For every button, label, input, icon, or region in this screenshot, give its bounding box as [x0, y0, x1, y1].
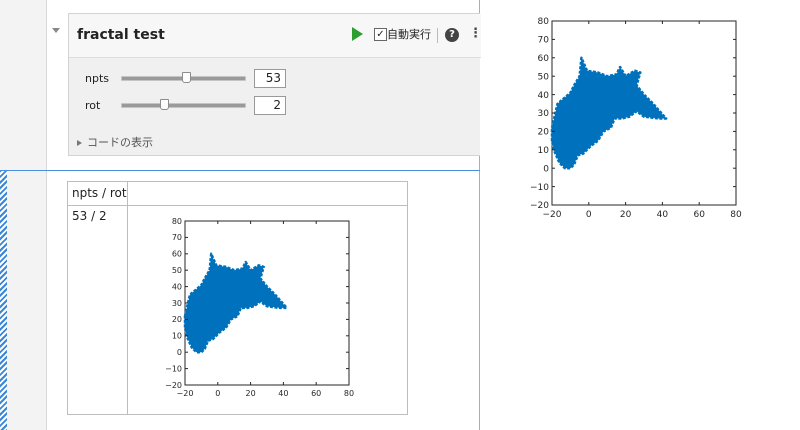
- table-plot: −20 0 20 40 60 80 −20 −10 0 10 20 30 40 50 60 70 80: [152, 213, 362, 403]
- run-icon[interactable]: [352, 27, 363, 41]
- x-tick-label: 60: [693, 210, 705, 220]
- y-tick-label: 50: [538, 72, 550, 82]
- npts-value-field[interactable]: 53: [254, 69, 286, 88]
- expand-triangle-icon: [77, 140, 82, 146]
- x-tick-label: 40: [657, 210, 669, 220]
- y-tick-label: 20: [172, 315, 182, 324]
- gutter-divider: [46, 0, 47, 430]
- y-tick-label: 0: [543, 164, 549, 174]
- param-label-npts: npts: [85, 72, 109, 85]
- autorun-checkbox[interactable]: ✓: [374, 28, 387, 41]
- rot-slider-thumb[interactable]: [159, 99, 169, 110]
- param-label-rot: rot: [85, 99, 101, 112]
- x-tick-label: 20: [620, 210, 632, 220]
- x-tick-label: 20: [246, 389, 256, 398]
- cell-boundary: [0, 170, 480, 171]
- npts-slider-thumb[interactable]: [182, 72, 192, 83]
- y-tick-label: 10: [538, 146, 550, 156]
- y-tick-label: 60: [172, 250, 182, 259]
- table-header-npts-rot: npts / rot: [72, 186, 127, 200]
- live-control-panel: fractal test ✓ 自動実行 ? ⋮ npts 53 rot 2 コー…: [68, 13, 482, 156]
- toolbar-separator: [437, 28, 438, 43]
- y-tick-label: 50: [172, 266, 182, 275]
- x-tick-label: −20: [177, 389, 194, 398]
- panel-title: fractal test: [77, 27, 165, 43]
- y-tick-label: 30: [172, 299, 182, 308]
- y-tick-label: −10: [530, 183, 549, 193]
- y-tick-label: 80: [172, 217, 182, 226]
- y-tick-label: 0: [177, 348, 182, 357]
- y-tick-label: 80: [538, 17, 550, 27]
- npts-slider[interactable]: [121, 72, 246, 83]
- x-tick-label: 80: [730, 210, 742, 220]
- help-icon[interactable]: ?: [445, 28, 459, 42]
- y-tick-label: 30: [538, 109, 550, 119]
- output-plot: −20 0 20 40 60 80 −20 −10 0 10 20 30 40 50 60 70 80: [518, 13, 758, 223]
- fractal-plot-small: −20 0 20 40 60 80 −20 −10 0 10 20 30 40 50 60 70 80: [165, 217, 354, 398]
- y-tick-label: −20: [165, 381, 182, 390]
- x-tick-label: 0: [215, 389, 220, 398]
- table-column-divider: [127, 182, 128, 414]
- y-tick-label: 10: [172, 332, 182, 341]
- y-tick-label: 70: [172, 233, 182, 242]
- y-tick-label: −20: [530, 201, 549, 211]
- table-header-row: npts / rot: [68, 182, 407, 206]
- x-tick-label: 40: [278, 389, 288, 398]
- y-tick-label: 70: [538, 36, 550, 46]
- y-tick-label: −10: [165, 364, 182, 373]
- autorun-label: 自動実行: [387, 28, 431, 41]
- more-options-icon[interactable]: ⋮: [469, 26, 482, 41]
- y-tick-label: 40: [172, 282, 182, 291]
- show-code-label: コードの表示: [87, 136, 153, 149]
- x-tick-label: 0: [586, 210, 592, 220]
- collapse-section-icon[interactable]: [52, 28, 60, 33]
- panel-header: fractal test ✓ 自動実行 ? ⋮: [69, 14, 482, 58]
- cell-selection-indicator: [0, 170, 7, 430]
- x-tick-label: 60: [311, 389, 321, 398]
- x-tick-label: 80: [344, 389, 354, 398]
- rot-slider[interactable]: [121, 99, 246, 110]
- y-tick-label: 60: [538, 54, 550, 64]
- table-cell-npts-rot: 53 / 2: [72, 209, 107, 223]
- y-tick-label: 40: [538, 91, 550, 101]
- fractal-plot-output: −20 0 20 40 60 80 −20 −10 0 10 20 30 40 50 60 70 80: [530, 17, 742, 220]
- y-tick-label: 20: [538, 128, 550, 138]
- x-tick-label: −20: [543, 210, 562, 220]
- show-code-toggle[interactable]: コードの表示: [77, 134, 153, 150]
- rot-value-field[interactable]: 2: [254, 96, 286, 115]
